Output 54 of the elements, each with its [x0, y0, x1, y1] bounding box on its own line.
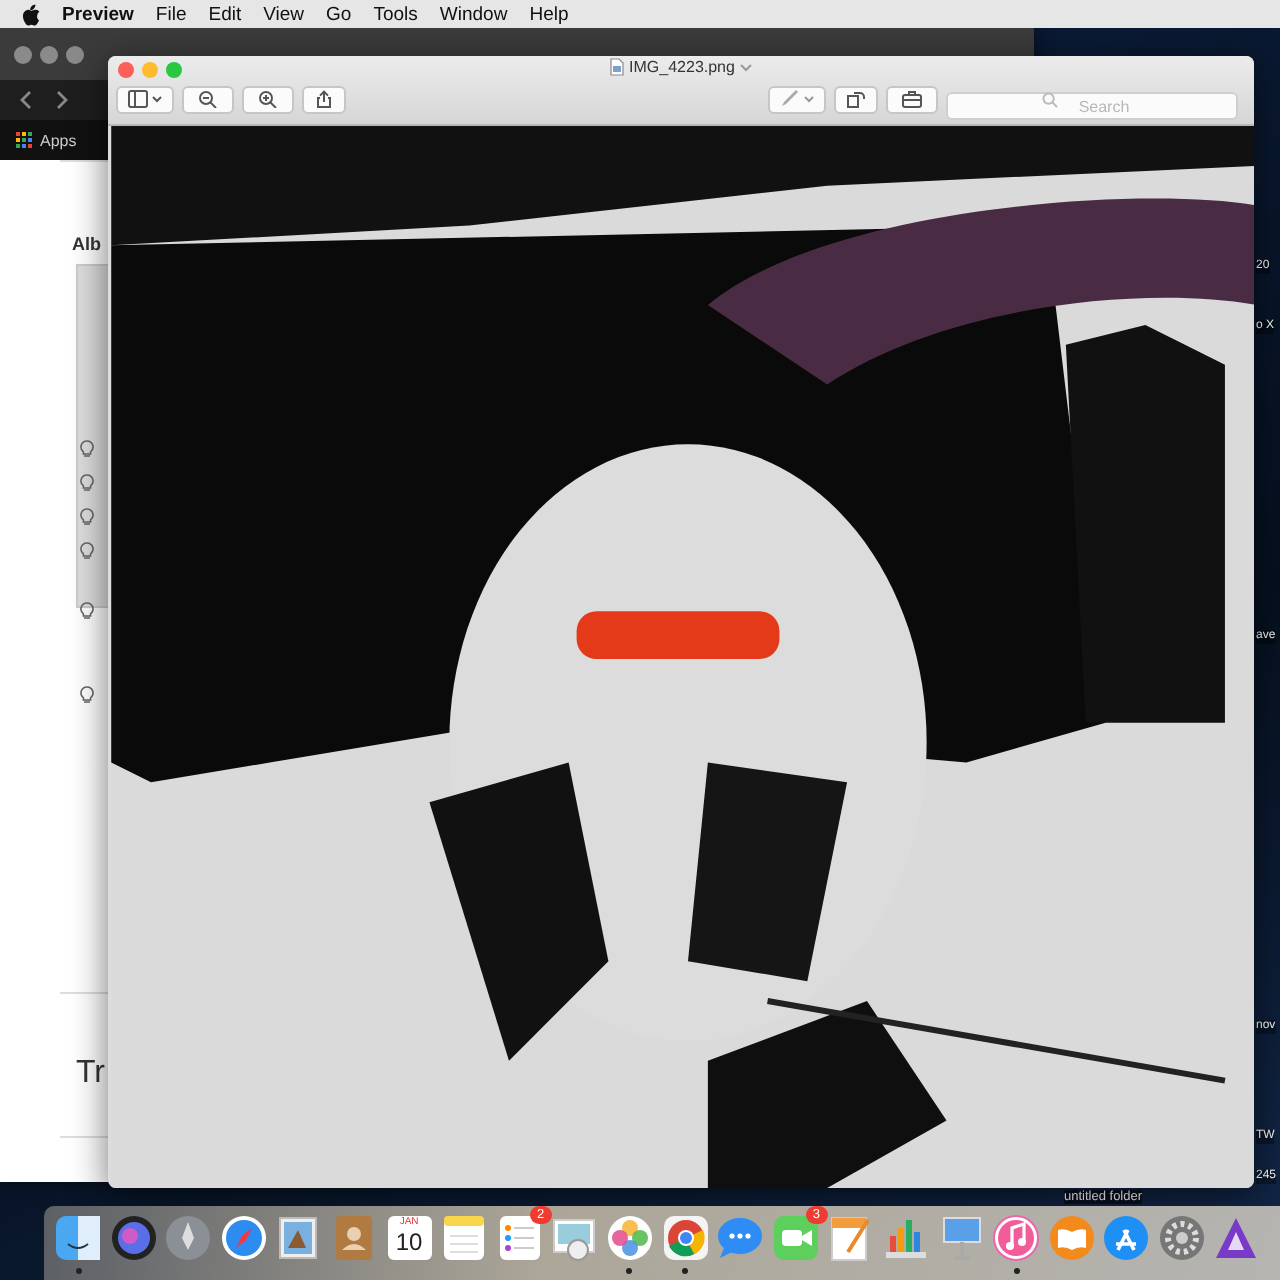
share-icon: [314, 90, 334, 108]
sidebar-icon: [128, 90, 148, 108]
close-button[interactable]: [118, 62, 134, 78]
zoom-button[interactable]: [166, 62, 182, 78]
window-title: IMG_4223.png: [629, 58, 735, 76]
bulb-icon: [80, 474, 94, 492]
orb-icon[interactable]: [107, 1212, 160, 1264]
zoom-out-button[interactable]: [182, 85, 234, 113]
search-field[interactable]: Search: [946, 92, 1238, 120]
toolbox-icon: [902, 90, 922, 108]
compass-icon[interactable]: [217, 1212, 270, 1264]
face-icon[interactable]: [52, 1212, 104, 1264]
back-icon[interactable]: [16, 90, 36, 110]
chevron-icon[interactable]: [740, 63, 753, 71]
flower-icon[interactable]: [603, 1212, 656, 1264]
menu-item[interactable]: Go: [326, 3, 352, 25]
menu-item[interactable]: Tools: [373, 3, 418, 25]
search-icon: [1042, 91, 1058, 107]
sidebar-button[interactable]: [116, 85, 174, 113]
menu-item[interactable]: Help: [529, 3, 569, 25]
image-file-icon: [609, 58, 624, 76]
bulb-icon: [80, 542, 94, 560]
bulb-icon: [80, 508, 94, 526]
gear-icon[interactable]: [1155, 1212, 1208, 1264]
apps-grid-icon[interactable]: [16, 132, 32, 148]
zoom-out-icon: [198, 90, 218, 108]
bookmark-link[interactable]: Apps: [40, 131, 77, 149]
bulb-icon: [80, 602, 94, 620]
menu-item[interactable]: View: [263, 3, 305, 25]
section-heading: Tr: [76, 1056, 106, 1092]
toolbox-button[interactable]: [886, 85, 938, 113]
chat-bubble-icon[interactable]: [714, 1212, 767, 1264]
chevron-icon: [804, 95, 814, 103]
menu-item[interactable]: Window: [439, 3, 508, 25]
rotate-icon: [846, 90, 866, 108]
apple-menu-icon[interactable]: [22, 3, 40, 25]
browser-icon[interactable]: [659, 1212, 712, 1264]
book-icon[interactable]: [1045, 1212, 1098, 1264]
menu-item[interactable]: Edit: [208, 3, 242, 25]
zoom-in-icon: [258, 90, 278, 108]
section-heading: Alb: [72, 234, 101, 254]
music-note-icon[interactable]: [990, 1212, 1043, 1264]
chevron-icon: [152, 95, 162, 103]
zoom-in-button[interactable]: [242, 85, 294, 113]
calendar-day: 10: [395, 1228, 423, 1256]
app-menu[interactable]: Preview: [62, 3, 134, 25]
share-button[interactable]: [302, 85, 346, 113]
bulb-icon: [80, 686, 94, 704]
forward-icon[interactable]: [52, 90, 72, 110]
pen-icon: [780, 90, 800, 108]
video-camera-icon[interactable]: [769, 1212, 822, 1264]
rotate-button[interactable]: [834, 85, 878, 113]
menu-item[interactable]: File: [155, 3, 187, 25]
bulb-icon: [80, 440, 94, 458]
